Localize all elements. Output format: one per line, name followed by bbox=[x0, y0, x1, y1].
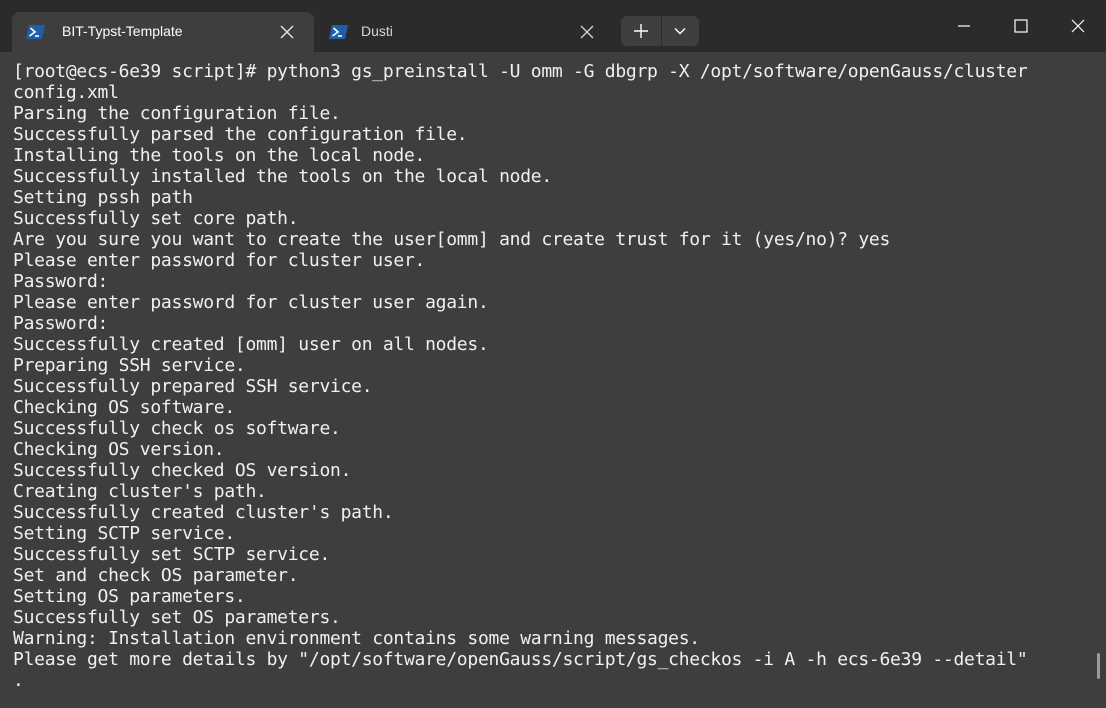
terminal-line: Parsing the configuration file. bbox=[13, 103, 341, 124]
new-tab-group bbox=[621, 16, 699, 46]
terminal-line: Please get more details by "/opt/softwar… bbox=[13, 649, 1028, 670]
terminal-line: Successfully checked OS version. bbox=[13, 460, 352, 481]
chevron-down-icon bbox=[674, 28, 686, 35]
close-tab-icon[interactable] bbox=[278, 23, 296, 41]
terminal-line: Successfully set SCTP service. bbox=[13, 544, 331, 565]
terminal-line: Successfully created cluster's path. bbox=[13, 502, 394, 523]
terminal-line: Creating cluster's path. bbox=[13, 481, 267, 502]
terminal-line: Successfully parsed the configuration fi… bbox=[13, 124, 468, 145]
terminal-line: Setting SCTP service. bbox=[13, 523, 235, 544]
terminal-line: Password: bbox=[13, 313, 109, 334]
terminal-line: . bbox=[13, 670, 24, 691]
terminal-line: Successfully installed the tools on the … bbox=[13, 166, 552, 187]
powershell-icon bbox=[26, 25, 45, 39]
plus-icon bbox=[633, 24, 648, 38]
terminal-line: Installing the tools on the local node. bbox=[13, 145, 426, 166]
terminal-text: [root@ecs-6e39 script]# python3 gs_prein… bbox=[13, 61, 1028, 691]
tab-title: Dusti bbox=[361, 23, 393, 39]
maximize-button[interactable] bbox=[992, 0, 1049, 52]
tab-title: BIT-Typst-Template bbox=[62, 23, 183, 39]
terminal-line: Checking OS version. bbox=[13, 439, 225, 460]
terminal-line: Setting pssh path bbox=[13, 187, 193, 208]
terminal-line: Setting OS parameters. bbox=[13, 586, 246, 607]
close-icon bbox=[1071, 19, 1084, 33]
terminal-line: Are you sure you want to create the user… bbox=[13, 229, 891, 250]
terminal-line: Preparing SSH service. bbox=[13, 355, 246, 376]
new-tab-button[interactable] bbox=[621, 16, 661, 46]
maximize-icon bbox=[1013, 19, 1028, 33]
terminal-line: Successfully set OS parameters. bbox=[13, 607, 341, 628]
terminal-output[interactable]: [root@ecs-6e39 script]# python3 gs_prein… bbox=[0, 52, 1106, 708]
terminal-line: Please enter password for cluster user. bbox=[13, 250, 426, 271]
terminal-line: Please enter password for cluster user a… bbox=[13, 292, 489, 313]
close-tab-icon[interactable] bbox=[578, 23, 596, 41]
close-window-button[interactable] bbox=[1049, 0, 1106, 52]
terminal-line: Successfully prepared SSH service. bbox=[13, 376, 373, 397]
terminal-line: Successfully created [omm] user on all n… bbox=[13, 334, 489, 355]
powershell-icon bbox=[329, 25, 348, 39]
window-controls bbox=[935, 0, 1106, 52]
terminal-line: Successfully check os software. bbox=[13, 418, 341, 439]
terminal-line: [root@ecs-6e39 script]# python3 gs_prein… bbox=[13, 61, 1028, 82]
profiles-dropdown-button[interactable] bbox=[661, 16, 699, 46]
minimize-button[interactable] bbox=[935, 0, 992, 52]
scrollbar-thumb[interactable] bbox=[1097, 653, 1100, 679]
terminal-line: Warning: Installation environment contai… bbox=[13, 628, 700, 649]
terminal-line: Checking OS software. bbox=[13, 397, 235, 418]
tab-bar: BIT-Typst-Template Dusti bbox=[0, 0, 1106, 52]
minimize-icon bbox=[957, 25, 970, 27]
tab-dusti[interactable]: Dusti bbox=[315, 12, 608, 52]
tab-bit-typst-template[interactable]: BIT-Typst-Template bbox=[12, 12, 314, 52]
terminal-line: Successfully set core path. bbox=[13, 208, 299, 229]
terminal-line: Password: bbox=[13, 271, 109, 292]
terminal-line: config.xml bbox=[13, 82, 119, 103]
terminal-window: BIT-Typst-Template Dusti [root@ecs-6e39 … bbox=[0, 0, 1106, 708]
terminal-line: Set and check OS parameter. bbox=[13, 565, 299, 586]
